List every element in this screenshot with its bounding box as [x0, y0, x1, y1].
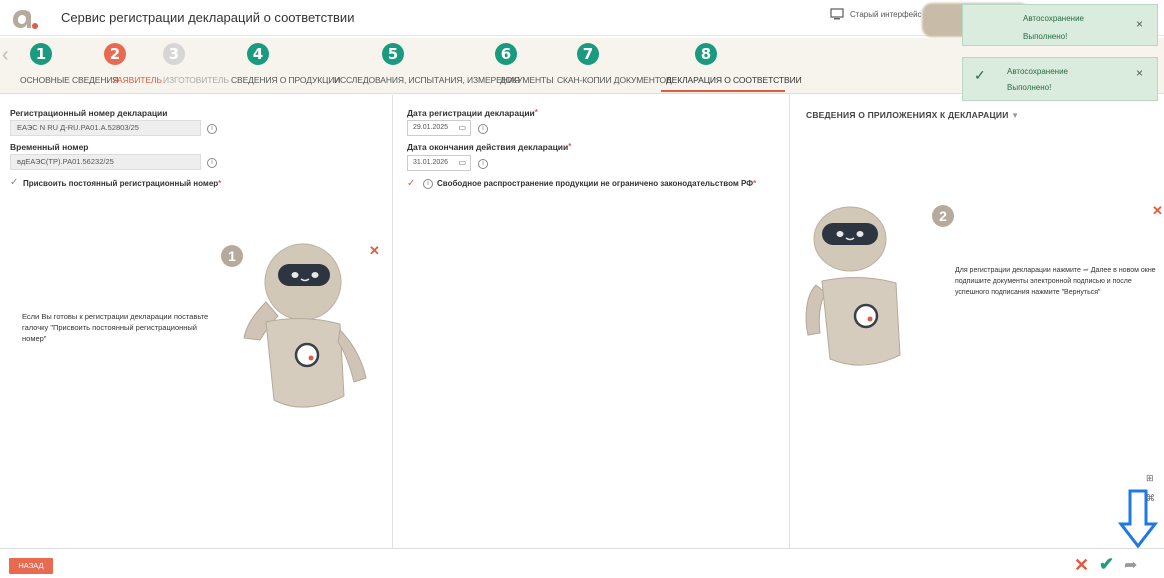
back-button[interactable]: НАЗАД: [9, 558, 53, 574]
help-text: Если Вы готовы к регистрации декларации …: [22, 312, 209, 343]
step-7-circle[interactable]: 7: [577, 43, 599, 65]
step-5-label[interactable]: ИССЛЕДОВАНИЯ, ИСПЫТАНИЯ, ИЗМЕРЕНИЯ: [334, 75, 520, 85]
close-icon[interactable]: ×: [1136, 17, 1143, 31]
robot-illustration-icon: [243, 243, 367, 408]
info-icon[interactable]: i: [207, 124, 217, 134]
end-date-field[interactable]: 31.01.2026 ▭: [407, 155, 471, 171]
reg-number-field[interactable]: ЕАЭС N RU Д-RU.РА01.А.52803/25: [10, 120, 201, 136]
temp-number-field[interactable]: вдЕАЭС(ТР).РА01.56232/25: [10, 154, 201, 170]
step-3-circle[interactable]: 3: [163, 43, 185, 65]
robot-illustration-icon: [805, 206, 901, 366]
info-icon[interactable]: i: [423, 179, 433, 189]
assign-number-label: Присвоить постоянный регистрационный ном…: [23, 179, 222, 188]
free-circulation-checkbox[interactable]: ✓: [407, 178, 415, 189]
sign-forward-icon[interactable]: ➦: [1124, 555, 1137, 575]
step-1-circle[interactable]: 1: [30, 43, 52, 65]
old-interface-link[interactable]: Старый интерфейс: [830, 8, 922, 20]
reg-date-label: Дата регистрации декларации*: [407, 108, 538, 118]
help-step-badge: 2: [932, 205, 954, 227]
toast-text: Выполнено!: [1007, 83, 1052, 92]
assign-number-checkbox[interactable]: ✓: [10, 177, 18, 188]
side-panel-icon[interactable]: ⊞: [1146, 473, 1154, 484]
caret-down-icon[interactable]: ▼: [1011, 111, 1019, 120]
info-icon[interactable]: i: [478, 124, 488, 134]
reg-number-label: Регистрационный номер декларации: [10, 108, 168, 118]
toast-autosave-1: Автосохранение Выполнено! ×: [962, 4, 1158, 46]
step-2-label[interactable]: ЗАЯВИТЕЛЬ: [112, 75, 162, 85]
column-divider: [789, 95, 790, 548]
active-step-underline: [661, 90, 785, 92]
toast-autosave-2: ✓ Автосохранение Выполнено! ×: [962, 57, 1158, 101]
confirm-check-icon[interactable]: ✔: [1099, 554, 1114, 575]
free-circulation-label: Свободное распространение продукции не о…: [437, 179, 757, 188]
monitor-icon: [830, 8, 844, 20]
check-icon: ✓: [974, 67, 986, 83]
close-icon[interactable]: ×: [1136, 66, 1143, 80]
arrow-down-icon: [1118, 489, 1158, 549]
app-title: Сервис регистрации деклараций о соответс…: [61, 10, 355, 25]
step-8-label[interactable]: ДЕКЛАРАЦИЯ О СООТВЕТСТВИИ: [666, 75, 802, 85]
close-icon[interactable]: ✕: [1152, 203, 1163, 219]
toast-title: Автосохранение: [1007, 67, 1068, 76]
step-2-circle[interactable]: 2: [104, 43, 126, 65]
temp-number-label: Временный номер: [10, 142, 89, 152]
step-4-circle[interactable]: 4: [247, 43, 269, 65]
chevron-left-icon[interactable]: ‹: [2, 44, 9, 67]
step-8-circle[interactable]: 8: [695, 43, 717, 65]
calendar-icon: ▭: [458, 123, 466, 132]
old-interface-label: Старый интерфейс: [850, 9, 922, 19]
step-6-label[interactable]: ДОКУМЕНТЫ: [500, 75, 554, 85]
step-6-circle[interactable]: 6: [495, 43, 517, 65]
step-1-label[interactable]: ОСНОВНЫЕ СВЕДЕНИЯ: [20, 75, 119, 85]
attachments-section-title: СВЕДЕНИЯ О ПРИЛОЖЕНИЯХ К ДЕКЛАРАЦИИ ▼: [806, 110, 1020, 120]
logo-icon: [13, 10, 38, 29]
step-5-circle[interactable]: 5: [382, 43, 404, 65]
step-4-label[interactable]: СВЕДЕНИЯ О ПРОДУКЦИИ: [231, 75, 340, 85]
end-date-label: Дата окончания действия декларации*: [407, 142, 572, 152]
info-icon[interactable]: i: [478, 159, 488, 169]
help-text-2: Для регистрации декларации нажмите ➦ Дал…: [955, 267, 1156, 296]
step-3-label[interactable]: ИЗГОТОВИТЕЛЬ: [163, 75, 229, 85]
share-arrow-icon: ➦: [1082, 267, 1089, 274]
footer: НАЗАД ✕ ✔ ➦: [0, 548, 1164, 578]
toast-title: Автосохранение: [1023, 14, 1084, 23]
info-icon[interactable]: i: [207, 158, 217, 168]
cancel-icon[interactable]: ✕: [1074, 555, 1089, 576]
reg-date-field[interactable]: 29.01.2025 ▭: [407, 120, 471, 136]
calendar-icon: ▭: [458, 158, 466, 167]
column-divider: [392, 95, 393, 548]
step-7-label[interactable]: СКАН-КОПИИ ДОКУМЕНТОВ: [557, 75, 672, 85]
toast-text: Выполнено!: [1023, 32, 1068, 41]
